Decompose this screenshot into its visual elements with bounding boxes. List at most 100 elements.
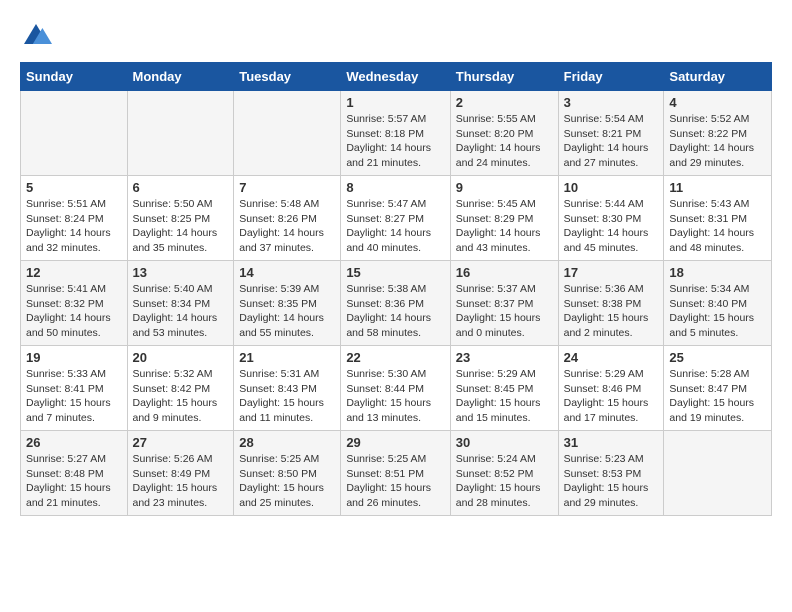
day-info: Sunrise: 5:34 AMSunset: 8:40 PMDaylight:… bbox=[669, 282, 766, 341]
day-info: Sunrise: 5:24 AMSunset: 8:52 PMDaylight:… bbox=[456, 452, 553, 511]
day-number: 12 bbox=[26, 265, 122, 280]
calendar-cell: 5 Sunrise: 5:51 AMSunset: 8:24 PMDaylight… bbox=[21, 176, 128, 261]
day-number: 22 bbox=[346, 350, 444, 365]
day-info: Sunrise: 5:29 AMSunset: 8:45 PMDaylight:… bbox=[456, 367, 553, 426]
calendar-cell bbox=[664, 431, 772, 516]
calendar-cell: 26Sunrise: 5:27 AMSunset: 8:48 PMDayligh… bbox=[21, 431, 128, 516]
day-number: 6 bbox=[133, 180, 229, 195]
calendar-cell: 23 Sunrise: 5:29 AMSunset: 8:45 PMDayligh… bbox=[450, 346, 558, 431]
day-info: Sunrise: 5:25 AMSunset: 8:50 PMDaylight:… bbox=[239, 452, 335, 511]
calendar-week-row: 19 Sunrise: 5:33 AMSunset: 8:41 PMDayligh… bbox=[21, 346, 772, 431]
calendar-cell: 19 Sunrise: 5:33 AMSunset: 8:41 PMDayligh… bbox=[21, 346, 128, 431]
day-number: 2 bbox=[456, 95, 553, 110]
day-number: 21 bbox=[239, 350, 335, 365]
calendar-cell: 2 Sunrise: 5:55 AMSunset: 8:20 PMDaylight… bbox=[450, 91, 558, 176]
day-number: 5 bbox=[26, 180, 122, 195]
day-number: 3 bbox=[564, 95, 659, 110]
weekday-header-sunday: Sunday bbox=[21, 63, 128, 91]
calendar-cell: 1 Sunrise: 5:57 AMSunset: 8:18 PMDaylight… bbox=[341, 91, 450, 176]
day-info: Sunrise: 5:36 AMSunset: 8:38 PMDaylight:… bbox=[564, 282, 659, 341]
day-info: Sunrise: 5:51 AMSunset: 8:24 PMDaylight:… bbox=[26, 197, 122, 256]
calendar-cell bbox=[21, 91, 128, 176]
day-number: 9 bbox=[456, 180, 553, 195]
calendar-cell: 12 Sunrise: 5:41 AMSunset: 8:32 PMDayligh… bbox=[21, 261, 128, 346]
calendar-cell: 11 Sunrise: 5:43 AMSunset: 8:31 PMDayligh… bbox=[664, 176, 772, 261]
day-number: 11 bbox=[669, 180, 766, 195]
calendar-cell: 30 Sunrise: 5:24 AMSunset: 8:52 PMDayligh… bbox=[450, 431, 558, 516]
day-number: 20 bbox=[133, 350, 229, 365]
calendar-cell: 3 Sunrise: 5:54 AMSunset: 8:21 PMDaylight… bbox=[558, 91, 664, 176]
day-info: Sunrise: 5:31 AMSunset: 8:43 PMDaylight:… bbox=[239, 367, 335, 426]
day-number: 10 bbox=[564, 180, 659, 195]
calendar-cell: 10 Sunrise: 5:44 AMSunset: 8:30 PMDayligh… bbox=[558, 176, 664, 261]
calendar-cell: 25Sunrise: 5:28 AMSunset: 8:47 PMDayligh… bbox=[664, 346, 772, 431]
day-number: 25 bbox=[669, 350, 766, 365]
day-info: Sunrise: 5:33 AMSunset: 8:41 PMDaylight:… bbox=[26, 367, 122, 426]
day-info: Sunrise: 5:55 AMSunset: 8:20 PMDaylight:… bbox=[456, 112, 553, 171]
day-number: 27 bbox=[133, 435, 229, 450]
day-info: Sunrise: 5:37 AMSunset: 8:37 PMDaylight:… bbox=[456, 282, 553, 341]
calendar-cell: 6 Sunrise: 5:50 AMSunset: 8:25 PMDaylight… bbox=[127, 176, 234, 261]
logo-icon bbox=[20, 20, 52, 52]
day-number: 28 bbox=[239, 435, 335, 450]
day-number: 15 bbox=[346, 265, 444, 280]
day-info: Sunrise: 5:50 AMSunset: 8:25 PMDaylight:… bbox=[133, 197, 229, 256]
weekday-header-monday: Monday bbox=[127, 63, 234, 91]
day-number: 30 bbox=[456, 435, 553, 450]
calendar-table: SundayMondayTuesdayWednesdayThursdayFrid… bbox=[20, 62, 772, 516]
calendar-cell: 17Sunrise: 5:36 AMSunset: 8:38 PMDayligh… bbox=[558, 261, 664, 346]
calendar-cell: 9Sunrise: 5:45 AMSunset: 8:29 PMDaylight… bbox=[450, 176, 558, 261]
day-number: 7 bbox=[239, 180, 335, 195]
weekday-header-row: SundayMondayTuesdayWednesdayThursdayFrid… bbox=[21, 63, 772, 91]
calendar-cell: 15 Sunrise: 5:38 AMSunset: 8:36 PMDayligh… bbox=[341, 261, 450, 346]
day-info: Sunrise: 5:40 AMSunset: 8:34 PMDaylight:… bbox=[133, 282, 229, 341]
calendar-week-row: 5 Sunrise: 5:51 AMSunset: 8:24 PMDaylight… bbox=[21, 176, 772, 261]
day-number: 13 bbox=[133, 265, 229, 280]
day-number: 8 bbox=[346, 180, 444, 195]
day-info: Sunrise: 5:38 AMSunset: 8:36 PMDaylight:… bbox=[346, 282, 444, 341]
day-number: 31 bbox=[564, 435, 659, 450]
calendar-cell: 24Sunrise: 5:29 AMSunset: 8:46 PMDayligh… bbox=[558, 346, 664, 431]
calendar-cell: 4 Sunrise: 5:52 AMSunset: 8:22 PMDaylight… bbox=[664, 91, 772, 176]
day-info: Sunrise: 5:25 AMSunset: 8:51 PMDaylight:… bbox=[346, 452, 444, 511]
day-info: Sunrise: 5:26 AMSunset: 8:49 PMDaylight:… bbox=[133, 452, 229, 511]
day-info: Sunrise: 5:54 AMSunset: 8:21 PMDaylight:… bbox=[564, 112, 659, 171]
day-info: Sunrise: 5:32 AMSunset: 8:42 PMDaylight:… bbox=[133, 367, 229, 426]
day-number: 1 bbox=[346, 95, 444, 110]
calendar-cell: 29 Sunrise: 5:25 AMSunset: 8:51 PMDayligh… bbox=[341, 431, 450, 516]
day-number: 19 bbox=[26, 350, 122, 365]
calendar-cell: 31Sunrise: 5:23 AMSunset: 8:53 PMDayligh… bbox=[558, 431, 664, 516]
day-number: 24 bbox=[564, 350, 659, 365]
day-info: Sunrise: 5:39 AMSunset: 8:35 PMDaylight:… bbox=[239, 282, 335, 341]
calendar-cell: 18Sunrise: 5:34 AMSunset: 8:40 PMDayligh… bbox=[664, 261, 772, 346]
day-info: Sunrise: 5:43 AMSunset: 8:31 PMDaylight:… bbox=[669, 197, 766, 256]
day-number: 29 bbox=[346, 435, 444, 450]
calendar-cell: 22 Sunrise: 5:30 AMSunset: 8:44 PMDayligh… bbox=[341, 346, 450, 431]
day-number: 14 bbox=[239, 265, 335, 280]
calendar-cell: 13 Sunrise: 5:40 AMSunset: 8:34 PMDayligh… bbox=[127, 261, 234, 346]
day-info: Sunrise: 5:48 AMSunset: 8:26 PMDaylight:… bbox=[239, 197, 335, 256]
day-info: Sunrise: 5:57 AMSunset: 8:18 PMDaylight:… bbox=[346, 112, 444, 171]
calendar-cell: 21 Sunrise: 5:31 AMSunset: 8:43 PMDayligh… bbox=[234, 346, 341, 431]
weekday-header-tuesday: Tuesday bbox=[234, 63, 341, 91]
calendar-cell: 8 Sunrise: 5:47 AMSunset: 8:27 PMDaylight… bbox=[341, 176, 450, 261]
calendar-cell: 27 Sunrise: 5:26 AMSunset: 8:49 PMDayligh… bbox=[127, 431, 234, 516]
weekday-header-thursday: Thursday bbox=[450, 63, 558, 91]
weekday-header-saturday: Saturday bbox=[664, 63, 772, 91]
calendar-cell: 7 Sunrise: 5:48 AMSunset: 8:26 PMDaylight… bbox=[234, 176, 341, 261]
day-info: Sunrise: 5:27 AMSunset: 8:48 PMDaylight:… bbox=[26, 452, 122, 511]
day-info: Sunrise: 5:52 AMSunset: 8:22 PMDaylight:… bbox=[669, 112, 766, 171]
calendar-cell: 20 Sunrise: 5:32 AMSunset: 8:42 PMDayligh… bbox=[127, 346, 234, 431]
calendar-week-row: 1 Sunrise: 5:57 AMSunset: 8:18 PMDaylight… bbox=[21, 91, 772, 176]
day-info: Sunrise: 5:44 AMSunset: 8:30 PMDaylight:… bbox=[564, 197, 659, 256]
day-number: 4 bbox=[669, 95, 766, 110]
day-info: Sunrise: 5:30 AMSunset: 8:44 PMDaylight:… bbox=[346, 367, 444, 426]
calendar-cell: 28 Sunrise: 5:25 AMSunset: 8:50 PMDayligh… bbox=[234, 431, 341, 516]
weekday-header-wednesday: Wednesday bbox=[341, 63, 450, 91]
day-info: Sunrise: 5:41 AMSunset: 8:32 PMDaylight:… bbox=[26, 282, 122, 341]
day-number: 23 bbox=[456, 350, 553, 365]
day-info: Sunrise: 5:47 AMSunset: 8:27 PMDaylight:… bbox=[346, 197, 444, 256]
calendar-cell bbox=[234, 91, 341, 176]
calendar-week-row: 26Sunrise: 5:27 AMSunset: 8:48 PMDayligh… bbox=[21, 431, 772, 516]
weekday-header-friday: Friday bbox=[558, 63, 664, 91]
